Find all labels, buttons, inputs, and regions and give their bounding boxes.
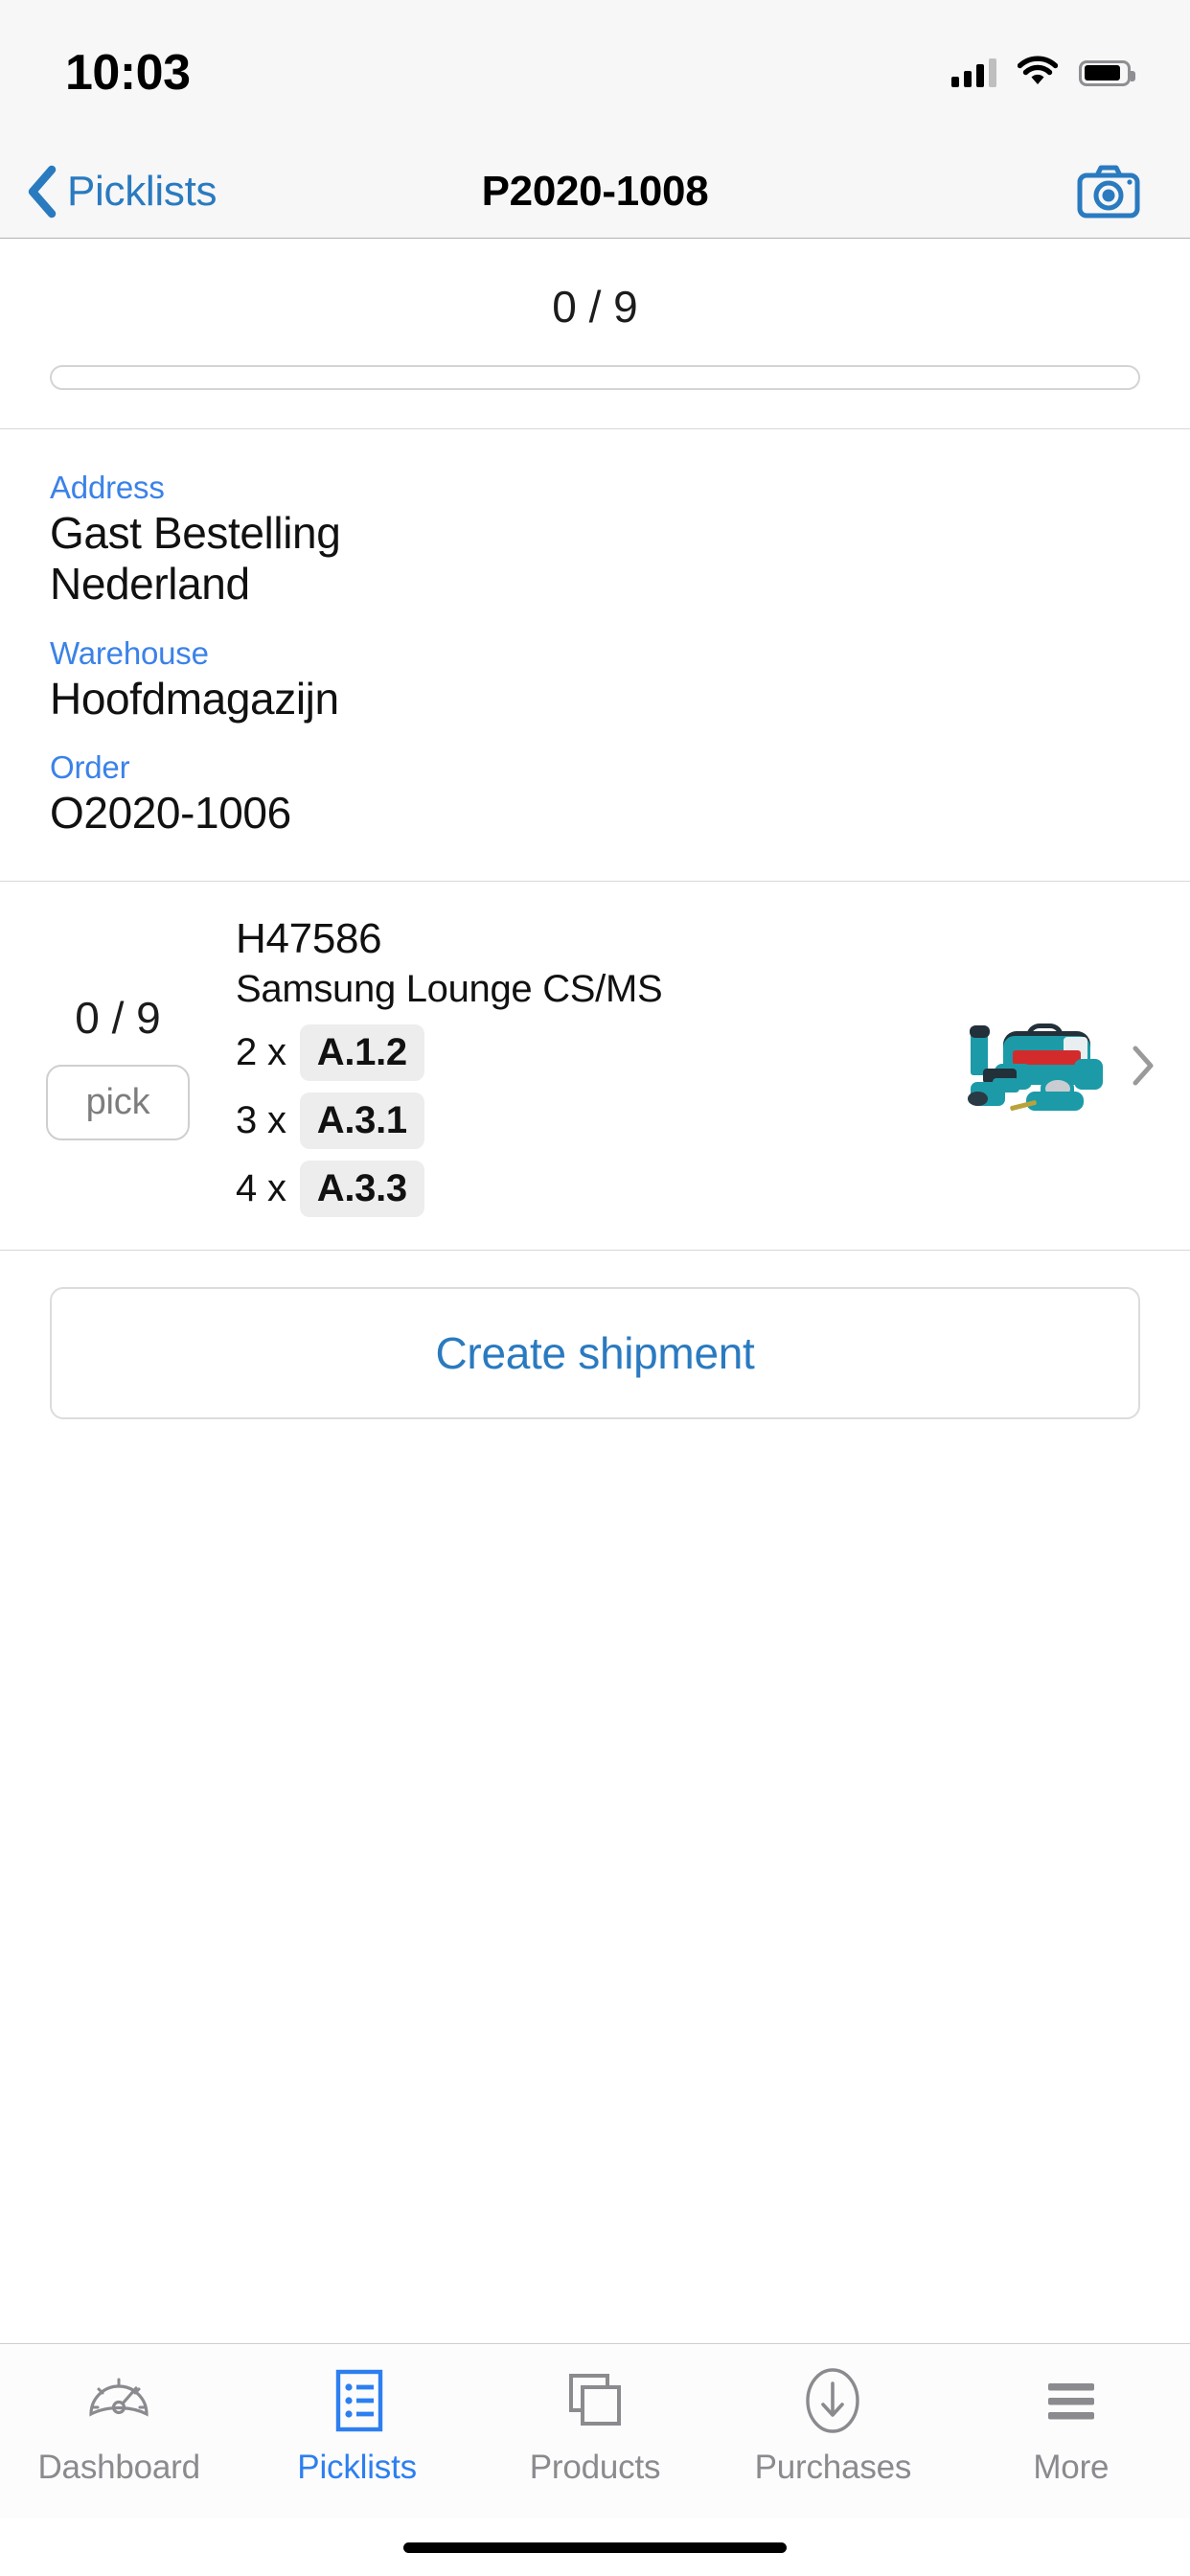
camera-icon (1077, 165, 1140, 222)
status-bar-icons (951, 55, 1135, 91)
tab-bar: Dashboard Picklists Products Purchases M… (0, 2343, 1190, 2518)
home-indicator-area (0, 2518, 1190, 2576)
tab-label: More (1033, 2449, 1110, 2486)
pick-lines: 0 / 9 pick H47586 Samsung Lounge CS/MS 2… (0, 882, 1190, 1252)
phone-screen: 10:03 Picklists P2020-1008 0 / 9 Address… (0, 0, 1190, 2576)
pick-line-row[interactable]: 0 / 9 pick H47586 Samsung Lounge CS/MS 2… (0, 882, 1190, 1250)
list-icon (327, 2365, 388, 2436)
tab-purchases[interactable]: Purchases (714, 2365, 951, 2487)
pick-location-qty: 3 x (236, 1099, 286, 1142)
pick-location-qty: 4 x (236, 1167, 286, 1210)
pick-location-row: 3 x A.3.1 (236, 1092, 937, 1150)
pick-line-info: H47586 Samsung Lounge CS/MS 2 x A.1.2 3 … (236, 914, 952, 1218)
detail-value: O2020-1006 (50, 788, 291, 839)
pick-location-badge: A.1.2 (299, 1024, 424, 1082)
stacked-squares-icon (561, 2365, 629, 2436)
gauge-icon (83, 2365, 154, 2436)
progress-section: 0 / 9 (0, 239, 1190, 429)
pick-line-sku: H47586 (236, 915, 382, 963)
back-button[interactable]: Picklists (25, 165, 217, 218)
pick-button[interactable]: pick (45, 1064, 191, 1140)
detail-label: Address (50, 470, 165, 505)
back-button-label: Picklists (67, 168, 217, 215)
detail-value: Hoofdmagazijn (50, 673, 339, 724)
picklist-details: Address Gast Bestelling Nederland Wareho… (0, 429, 1190, 883)
tab-dashboard[interactable]: Dashboard (0, 2365, 238, 2487)
actions-area: Create shipment (0, 1251, 1190, 1420)
camera-button[interactable] (1077, 165, 1140, 218)
chevron-right-icon[interactable] (1121, 1045, 1165, 1087)
navigation-bar: Picklists P2020-1008 (0, 146, 1190, 239)
pick-line-name: Samsung Lounge CS/MS (236, 968, 663, 1011)
detail-field-order: Order O2020-1006 (50, 749, 1140, 839)
tab-label: Dashboard (37, 2449, 200, 2486)
tab-products[interactable]: Products (476, 2365, 714, 2487)
status-bar-time: 10:03 (65, 45, 191, 101)
hamburger-icon (1041, 2365, 1102, 2436)
detail-label: Warehouse (50, 634, 209, 671)
chevron-left-icon (25, 165, 57, 218)
tab-label: Products (529, 2449, 661, 2486)
progress-bar (50, 365, 1140, 390)
pick-location-qty: 2 x (236, 1031, 286, 1074)
wifi-icon (1017, 55, 1059, 91)
status-bar: 10:03 (0, 0, 1190, 146)
detail-field-address: Address Gast Bestelling Nederland (50, 470, 1140, 610)
home-indicator (403, 2542, 787, 2553)
pick-line-controls: 0 / 9 pick (0, 992, 236, 1140)
pick-location-row: 4 x A.3.3 (236, 1161, 937, 1218)
tab-label: Purchases (754, 2449, 912, 2486)
battery-icon (1079, 59, 1135, 86)
tab-more[interactable]: More (952, 2365, 1190, 2487)
detail-value: Gast Bestelling Nederland (50, 508, 341, 610)
product-thumbnail-makita-tool-set (952, 1007, 1121, 1124)
download-circle-icon (800, 2365, 865, 2436)
create-shipment-button[interactable]: Create shipment (50, 1287, 1140, 1420)
detail-label: Order (50, 749, 130, 786)
detail-field-warehouse: Warehouse Hoofdmagazijn (50, 635, 1140, 724)
pick-location-badge: A.3.1 (299, 1092, 424, 1150)
pick-location-badge: A.3.3 (299, 1161, 424, 1218)
tab-picklists[interactable]: Picklists (238, 2365, 475, 2487)
pick-location-row: 2 x A.1.2 (236, 1024, 937, 1082)
progress-count-label: 0 / 9 (552, 282, 638, 332)
pick-line-count: 0 / 9 (75, 992, 161, 1043)
tab-label: Picklists (297, 2449, 417, 2486)
cellular-signal-icon (951, 58, 996, 87)
main-content: 0 / 9 Address Gast Bestelling Nederland … (0, 239, 1190, 2343)
